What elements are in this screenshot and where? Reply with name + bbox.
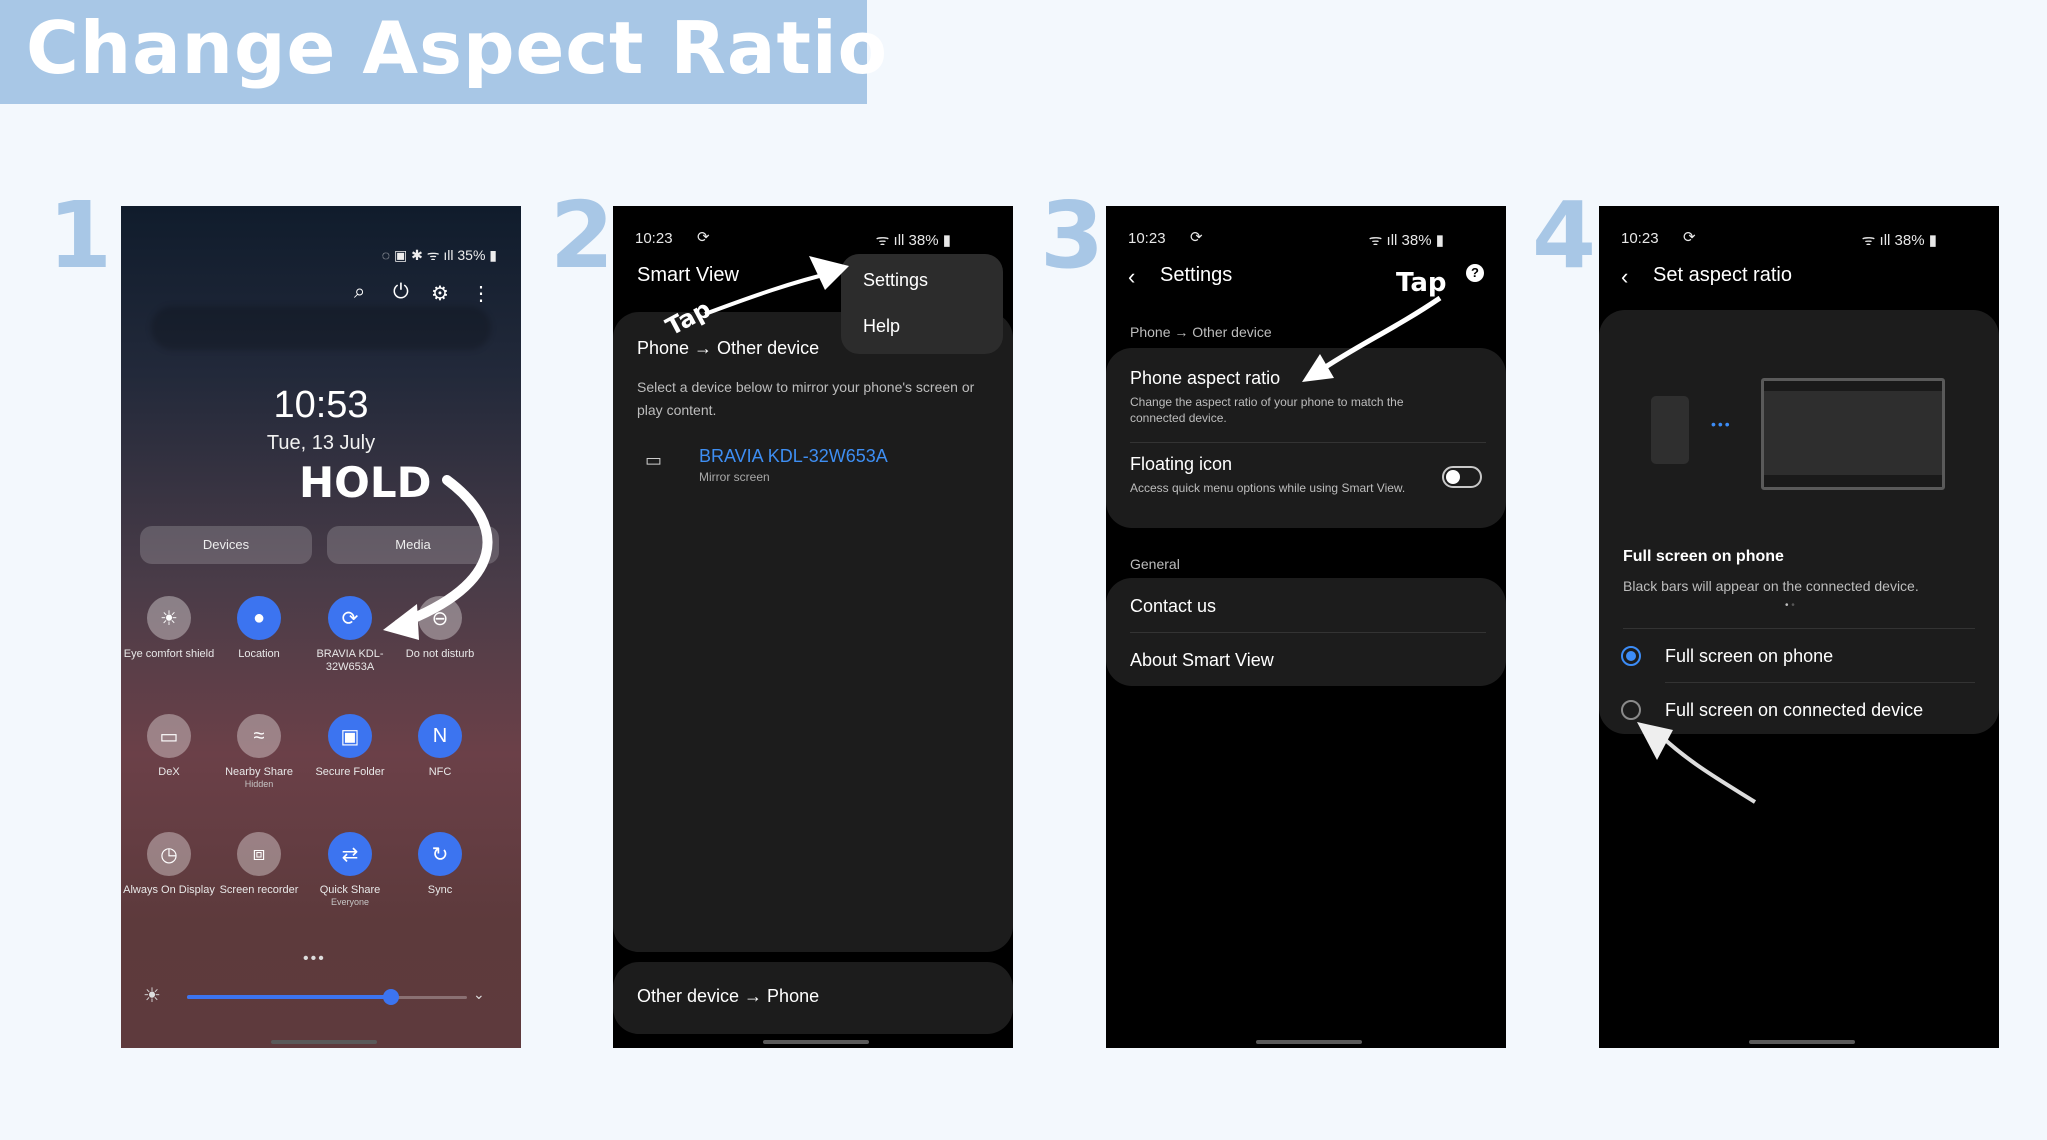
- tap-arrow: [1302, 295, 1442, 382]
- step-number-4: 4: [1532, 182, 1597, 289]
- step-number-1: 1: [48, 182, 113, 289]
- phone-screen-quick-panel: ◌ ▣ ✱ ᯤ ıll 35% ▮ ⌕ ⏻ ⚙ ⋮ 10:53 Tue, 13 …: [121, 206, 521, 1048]
- phone-screen-smart-view: 10:23 ⟳ ᯤ ıll 38% ▮ Smart View Phone → O…: [613, 206, 1013, 1048]
- title-banner: Change Aspect Ratio: [0, 0, 887, 104]
- hold-arrow: [383, 475, 493, 640]
- phone-screen-settings: 10:23 ⟳ ᯤ ıll 38% ▮ ‹ Settings ? Tap Pho…: [1106, 206, 1506, 1048]
- step-number-2: 2: [550, 182, 615, 289]
- step-number-3: 3: [1040, 182, 1105, 289]
- selection-arrow: [1637, 722, 1757, 804]
- phone-screen-set-aspect-ratio: 10:23 ⟳ ᯤ ıll 38% ▮ ‹ Set aspect ratio •…: [1599, 206, 1999, 1048]
- page-title: Change Aspect Ratio: [26, 6, 889, 90]
